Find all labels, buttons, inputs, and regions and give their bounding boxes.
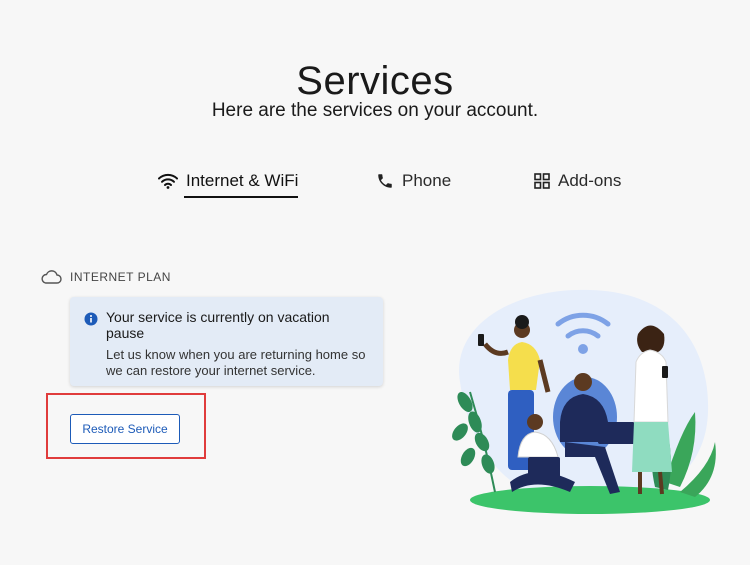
tab-label: Internet & WiFi bbox=[186, 171, 299, 190]
internet-plan-heading: INTERNET PLAN bbox=[40, 270, 171, 284]
restore-service-button[interactable]: Restore Service bbox=[70, 414, 180, 444]
tab-internet-wifi[interactable]: Internet & WiFi bbox=[158, 168, 299, 198]
vacation-pause-alert: Your service is currently on vacation pa… bbox=[70, 297, 383, 386]
tab-phone[interactable]: Phone bbox=[376, 168, 451, 194]
tab-label: Add-ons bbox=[558, 171, 622, 190]
page-subtitle: Here are the services on your account. bbox=[211, 100, 539, 121]
cloud-icon bbox=[40, 270, 62, 284]
tab-add-ons[interactable]: Add-ons bbox=[534, 168, 621, 194]
grid-icon bbox=[534, 173, 550, 189]
page-title: Services bbox=[296, 58, 454, 103]
alert-body: Let us know when you are returning home … bbox=[106, 347, 366, 378]
phone-icon bbox=[376, 172, 394, 190]
info-icon bbox=[84, 312, 98, 331]
plan-label: INTERNET PLAN bbox=[70, 270, 171, 284]
tab-label: Phone bbox=[402, 171, 452, 190]
alert-title: Your service is currently on vacation pa… bbox=[106, 309, 330, 341]
people-wifi-illustration bbox=[440, 282, 720, 517]
wifi-icon bbox=[158, 173, 178, 189]
service-tabs: Internet & WiFi Phone Add-ons bbox=[0, 168, 750, 200]
